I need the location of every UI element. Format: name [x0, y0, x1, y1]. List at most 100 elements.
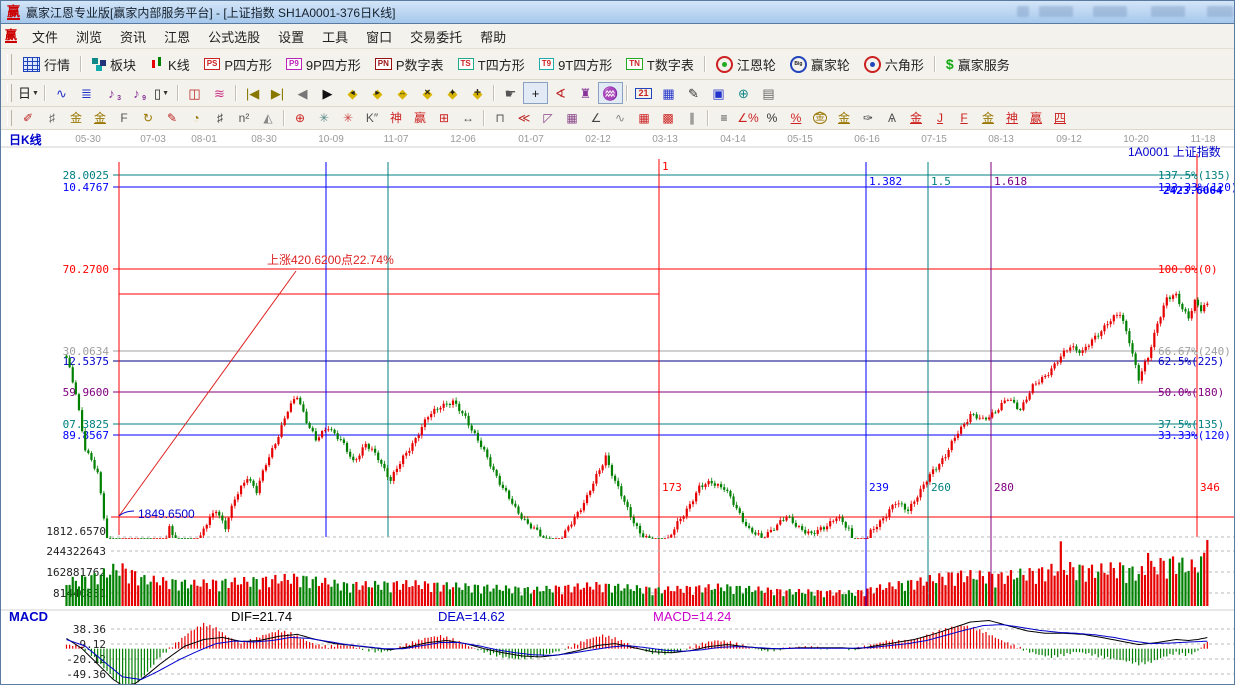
f-grid-tool[interactable]: F — [112, 108, 136, 128]
radial-web-tool[interactable]: ✳ — [312, 108, 336, 128]
gann-trend-line[interactable] — [119, 271, 296, 516]
gann-target-tool[interactable]: ⊕ — [288, 108, 312, 128]
si-angle-tool[interactable]: 四 — [1048, 108, 1072, 128]
diamond-expand[interactable]: ◆↔ — [390, 82, 415, 104]
percent-lines-tool[interactable]: % — [784, 108, 808, 128]
menu-item-settings[interactable]: 设置 — [269, 24, 313, 49]
menu-item-tools[interactable]: 工具 — [313, 24, 357, 49]
ying-tool[interactable]: 赢 — [408, 108, 432, 128]
trend-scribble-tool[interactable]: ∿ — [49, 82, 74, 104]
menu-item-formula-picker[interactable]: 公式选股 — [199, 24, 269, 49]
toolbar-grip[interactable] — [7, 110, 12, 125]
info-panel-tool[interactable]: ≣ — [74, 82, 99, 104]
chart-area[interactable]: 05-3007-0308-0108-3010-0911-0712-0601-07… — [1, 130, 1235, 685]
gann-wheel-button[interactable]: 江恩轮 — [709, 53, 783, 76]
menu-item-file[interactable]: 文件 — [23, 24, 67, 49]
angle-measure-tool[interactable]: ∢ — [548, 82, 573, 104]
next-page-button[interactable]: ▶ — [315, 82, 340, 104]
red-grid-2-tool[interactable]: ▩ — [656, 108, 680, 128]
menu-item-gann[interactable]: 江恩 — [155, 24, 199, 49]
fan-box-tool[interactable]: ◸ — [536, 108, 560, 128]
shen-angle-tool[interactable]: 神 — [1000, 108, 1024, 128]
percent-tool[interactable]: % — [760, 108, 784, 128]
k-marks-tool[interactable]: K″ — [360, 108, 384, 128]
9t-square-button[interactable]: T99T四方形 — [532, 53, 620, 76]
p-square-button[interactable]: PSP四方形 — [197, 53, 279, 76]
workstation-button[interactable]: ▤ — [756, 82, 781, 104]
p-number-table-button[interactable]: PNP数字表 — [368, 53, 451, 76]
toolbar-grip[interactable] — [7, 54, 12, 75]
diamond-compress[interactable]: ◆✕ — [415, 82, 440, 104]
box-gauge-tool[interactable]: ⊓ — [488, 108, 512, 128]
span-measure-tool[interactable]: ↔ — [456, 108, 480, 128]
menu-item-trade-entrust[interactable]: 交易委托 — [401, 24, 471, 49]
comb-grid-tool[interactable]: ♯ — [40, 108, 64, 128]
kline-button[interactable]: K线 — [143, 53, 197, 76]
wave-band-tool[interactable]: Ѧ — [880, 108, 904, 128]
percent-angle-tool[interactable]: ∠% — [736, 108, 760, 128]
angle-guide-tool[interactable]: ◭ — [256, 108, 280, 128]
9p-square-button[interactable]: P99P四方形 — [279, 53, 368, 76]
zigzag-tool[interactable]: ∿ — [608, 108, 632, 128]
gold-circle-tool[interactable]: 金 — [808, 108, 832, 128]
degree-circle-tool[interactable]: ◔ — [184, 108, 208, 128]
ying-angle-tool[interactable]: 赢 — [1024, 108, 1048, 128]
numbered-grid-tool[interactable]: ⊞ — [432, 108, 456, 128]
prev-page-button[interactable]: ◀ — [290, 82, 315, 104]
j-angle-tool[interactable]: J — [928, 108, 952, 128]
web-button[interactable]: ⊕ — [731, 82, 756, 104]
winner-wheel-button[interactable]: Big赢家轮 — [783, 53, 857, 76]
save-button[interactable]: ▣ — [706, 82, 731, 104]
last-page-button[interactable]: ▶| — [265, 82, 290, 104]
menu-item-window[interactable]: 窗口 — [357, 24, 401, 49]
winner-service-button[interactable]: $赢家服务 — [939, 53, 1017, 76]
calendar-button[interactable]: 21 — [631, 82, 656, 104]
gann-pattern-tool[interactable]: ◫ — [182, 82, 207, 104]
diamond-center[interactable]: ◆✛ — [465, 82, 490, 104]
diamond-star[interactable]: ◆✦ — [440, 82, 465, 104]
angle-rays-tool[interactable]: ∠ — [584, 108, 608, 128]
hand-tool[interactable]: ☛ — [498, 82, 523, 104]
comb-grid-3-tool[interactable]: ♯ — [208, 108, 232, 128]
shen-grid-tool[interactable]: 神 — [384, 108, 408, 128]
menu-item-help[interactable]: 帮助 — [471, 24, 515, 49]
volume-profile-tool[interactable]: ≋ — [207, 82, 232, 104]
quotes-button[interactable]: 行情 — [16, 53, 77, 76]
price-scale-tool[interactable]: ≡ — [712, 108, 736, 128]
parallel-lines-tool[interactable]: ∥ — [680, 108, 704, 128]
notes-button[interactable]: ✎ — [681, 82, 706, 104]
red-grid-tool[interactable]: ▦ — [632, 108, 656, 128]
map-region-tool[interactable]: ♒ — [598, 82, 623, 104]
crosshair-tool[interactable]: + — [523, 82, 548, 104]
net-box-tool[interactable]: ▦ — [560, 108, 584, 128]
gold-grid-2-tool[interactable]: 金 — [88, 108, 112, 128]
gann-shape-tool[interactable]: ♜ — [573, 82, 598, 104]
hexagon-button[interactable]: 六角形 — [857, 53, 931, 76]
gold-grid-tool[interactable]: 金 — [64, 108, 88, 128]
diamond-shift-left[interactable]: ◆◂ — [340, 82, 365, 104]
first-page-button[interactable]: |◀ — [240, 82, 265, 104]
period-day-dropdown[interactable]: 日▼ — [16, 82, 41, 104]
menu-item-news[interactable]: 资讯 — [111, 24, 155, 49]
diamond-shift-right[interactable]: ◆▸ — [365, 82, 390, 104]
calculator-button[interactable]: ▦ — [656, 82, 681, 104]
candle-style-dropdown[interactable]: ▯▼ — [149, 82, 174, 104]
chart-pen-tool[interactable]: ✎ — [160, 108, 184, 128]
t-number-table-button[interactable]: TNT数字表 — [619, 53, 701, 76]
wave-9-tool[interactable]: ♪9 — [124, 82, 149, 104]
ray-fan-tool[interactable]: ≪ — [512, 108, 536, 128]
radial-web-box-tool[interactable]: ✳ — [336, 108, 360, 128]
menu-item-browse[interactable]: 浏览 — [67, 24, 111, 49]
marker-tool[interactable]: ✑ — [856, 108, 880, 128]
gold-red-levels-tool[interactable]: 金 — [904, 108, 928, 128]
gold-levels-tool[interactable]: 金 — [832, 108, 856, 128]
f-angle-tool[interactable]: F — [952, 108, 976, 128]
gold-angle-tool[interactable]: 金 — [976, 108, 1000, 128]
kline-chart-svg[interactable]: 05-3007-0308-0108-3010-0911-0712-0601-07… — [1, 130, 1235, 685]
wave-3-tool[interactable]: ♪3 — [99, 82, 124, 104]
spiral-tool[interactable]: ↻ — [136, 108, 160, 128]
brush-tool[interactable]: ✐ — [16, 108, 40, 128]
n-squared-tool[interactable]: n² — [232, 108, 256, 128]
sectors-button[interactable]: 板块 — [85, 53, 143, 76]
t-square-button[interactable]: TST四方形 — [451, 53, 532, 76]
